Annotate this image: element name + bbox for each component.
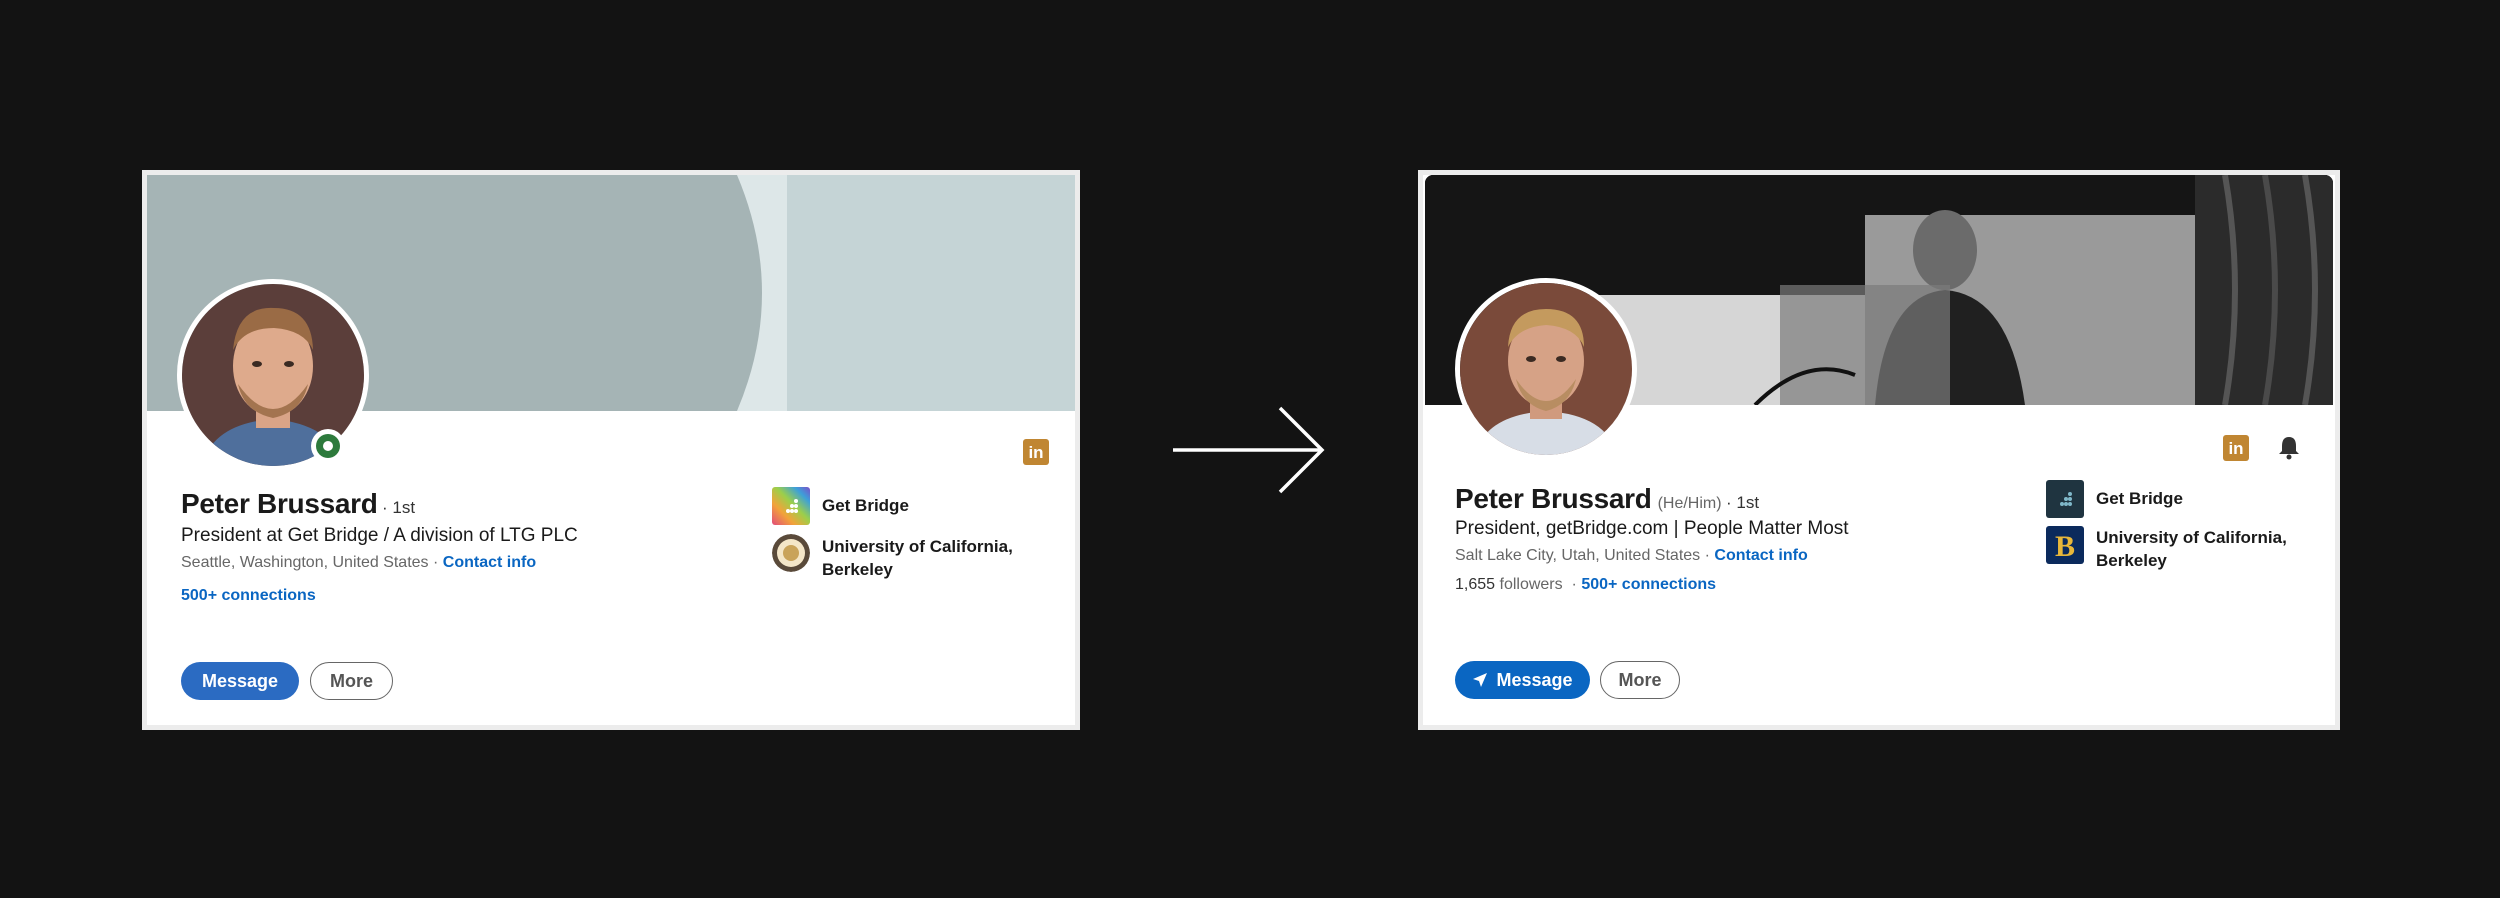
- location-line: Seattle, Washington, United States · Con…: [181, 554, 536, 572]
- location-line: Salt Lake City, Utah, United States · Co…: [1455, 547, 1808, 565]
- message-button[interactable]: Message: [181, 662, 299, 700]
- org-name: Get Bridge: [2096, 489, 2183, 508]
- org-education[interactable]: B University of California, Berkeley: [2046, 526, 2326, 572]
- profile-name: Peter Brussard: [181, 488, 378, 519]
- berkeley-b-logo: B: [2046, 526, 2084, 564]
- profile-photo[interactable]: [1455, 278, 1637, 460]
- profile-pronouns: (He/Him): [1657, 495, 1722, 512]
- profile-headline: President at Get Bridge / A division of …: [181, 525, 578, 546]
- more-button[interactable]: More: [310, 662, 393, 700]
- profile-card-after: in Peter Brussard (He/Him) · 1st Presiden…: [1418, 170, 2340, 730]
- connections-line: 1,655 followers · 500+ connections: [1455, 576, 1716, 594]
- profile-location: Salt Lake City, Utah, United States ·: [1455, 547, 1710, 564]
- bell-icon[interactable]: [2276, 434, 2302, 460]
- connection-degree: · 1st: [1726, 493, 1760, 512]
- org-name: University of California, Berkeley: [2096, 528, 2287, 570]
- connections-link[interactable]: 500+ connections: [181, 587, 316, 604]
- message-button[interactable]: Message: [1455, 661, 1590, 699]
- connections-line: 500+ connections: [181, 587, 316, 605]
- separator: ·: [1571, 576, 1577, 593]
- svg-text:B: B: [2055, 530, 2075, 563]
- online-status-icon: [311, 429, 345, 463]
- org-current-company[interactable]: Get Bridge: [772, 487, 1042, 525]
- followers-label: followers: [1499, 576, 1563, 593]
- profile-card-before: in Peter Brussard · 1st President at Get…: [142, 170, 1080, 730]
- profile-headline: President, getBridge.com | People Matter…: [1455, 518, 1849, 539]
- connections-link[interactable]: 500+ connections: [1581, 576, 1716, 593]
- linkedin-icon[interactable]: in: [2223, 435, 2249, 461]
- name-line: Peter Brussard (He/Him) · 1st: [1455, 483, 1759, 515]
- linkedin-icon[interactable]: in: [1023, 439, 1049, 465]
- profile-location: Seattle, Washington, United States ·: [181, 554, 439, 571]
- org-name: Get Bridge: [822, 496, 909, 515]
- send-icon: [1473, 673, 1488, 687]
- round-seal-logo: [772, 534, 810, 572]
- message-button-label: Message: [1496, 669, 1573, 690]
- connection-degree: · 1st: [382, 498, 416, 517]
- org-current-company[interactable]: Get Bridge: [2046, 480, 2326, 518]
- followers-count[interactable]: 1,655: [1455, 576, 1495, 593]
- dark-navy-dots-logo: [2046, 480, 2084, 518]
- arrow-right-icon: [1173, 406, 1325, 494]
- rainbow-gradient-logo: [772, 487, 810, 525]
- profile-name: Peter Brussard: [1455, 483, 1652, 514]
- contact-info-link[interactable]: Contact info: [443, 554, 536, 571]
- org-name: University of California, Berkeley: [822, 537, 1013, 579]
- contact-info-link[interactable]: Contact info: [1714, 547, 1807, 564]
- name-line: Peter Brussard · 1st: [181, 488, 415, 520]
- org-education[interactable]: University of California, Berkeley: [772, 534, 1042, 581]
- more-button[interactable]: More: [1600, 661, 1680, 699]
